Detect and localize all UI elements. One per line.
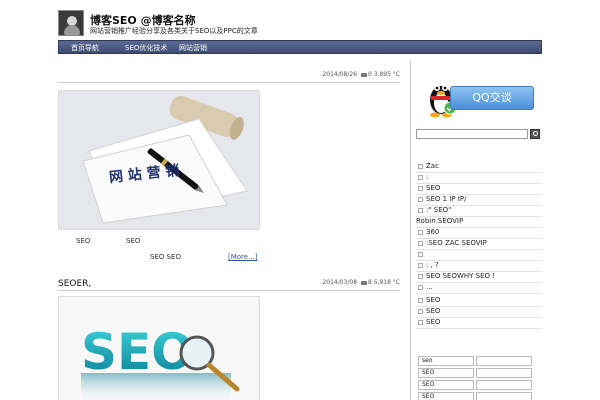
post-meta: 2014/08/26 0 3,895 °C [322, 71, 400, 78]
post-divider [58, 290, 400, 291]
tag-link[interactable] [476, 380, 532, 390]
list-item-label: :SEO ZAC SEOVIP [426, 239, 487, 247]
post-excerpt-part: SEO [76, 237, 91, 245]
comment-count[interactable]: 0 [368, 71, 372, 78]
sidebar-list-item[interactable]: Robin SEOVIP [416, 217, 542, 228]
sidebar-list-item[interactable] [416, 250, 542, 261]
sidebar-list-item[interactable]: SEO [416, 296, 542, 307]
list-item-label: : , ? [426, 261, 439, 269]
comment-icon [360, 72, 367, 77]
view-count: 5,918 °C [373, 279, 400, 286]
sidebar-list-item[interactable]: ... [416, 283, 542, 294]
bullet-icon [418, 284, 423, 290]
bullet-icon [418, 251, 423, 257]
bullet-icon [418, 229, 423, 235]
post-excerpt-part: SEO [126, 237, 141, 245]
list-item-label: 360 [426, 228, 440, 236]
sidebar-list-item[interactable]: :" SEO" [416, 206, 542, 217]
list-item-label: :" SEO" [426, 206, 452, 214]
post-thumbnail-marketing[interactable]: 网 站 营 销 [58, 90, 260, 230]
list-item-label: SEO 1 IP IP/ [426, 195, 467, 203]
bullet-icon [418, 185, 423, 191]
search-button[interactable] [530, 129, 540, 139]
post-date: 2014/03/08 [322, 279, 358, 286]
read-more-link[interactable]: [More...] [228, 253, 258, 261]
bullet-icon [418, 174, 423, 180]
sidebar-list-item[interactable]: SEO [416, 307, 542, 318]
list-item-label: ... [426, 283, 433, 291]
search-input[interactable] [416, 129, 528, 139]
tag-link[interactable]: seo [418, 356, 474, 366]
nav-item-home[interactable]: 首页导航 [71, 43, 99, 53]
bullet-icon [418, 207, 423, 213]
bullet-icon [418, 319, 423, 325]
avatar[interactable] [58, 10, 84, 36]
sidebar-list-item[interactable]: SEO [416, 318, 542, 329]
post-date: 2014/08/26 [322, 71, 358, 78]
view-count: 3,895 °C [373, 71, 400, 78]
bullet-icon [418, 240, 423, 246]
list-item-label: SEO [426, 184, 441, 192]
post-excerpt: SEO SEO [150, 253, 181, 261]
post-title[interactable]: SEOER, [58, 279, 91, 289]
site-description: 网站营销推广经验分享及各类关于SEO以及PPC的文章 [90, 27, 258, 35]
sidebar-list-item[interactable]: SEO SEOWHY SEO ! [416, 272, 542, 283]
sidebar-divider [410, 60, 411, 400]
sidebar-list-item[interactable]: SEO [416, 184, 542, 195]
bullet-icon [418, 308, 423, 314]
list-item-label: SEO [426, 307, 441, 315]
post-divider [58, 82, 400, 83]
sidebar-list-item[interactable]: SEO 1 IP IP/ [416, 195, 542, 206]
tag-link[interactable] [476, 356, 532, 366]
bullet-icon [418, 163, 423, 169]
main-nav: 首页导航 SEO优化技术 网站营销 [58, 40, 542, 54]
sidebar-list-item[interactable]: :SEO ZAC SEOVIP [416, 239, 542, 250]
tag-link[interactable] [476, 368, 532, 378]
bullet-icon [418, 297, 423, 303]
nav-item-marketing[interactable]: 网站营销 [179, 43, 207, 53]
qq-widget: QQ交谈 [420, 74, 534, 118]
bullet-icon [418, 273, 423, 279]
list-item-label: SEO [426, 296, 441, 304]
tag-link[interactable] [476, 392, 532, 400]
list-item-label: Robin SEOVIP [416, 217, 464, 225]
list-item-label: Zac [426, 162, 439, 170]
bullet-icon [418, 262, 423, 268]
nav-item-seo[interactable]: SEO优化技术 [125, 43, 167, 53]
comment-icon [360, 280, 367, 285]
post-meta: 2014/03/08 8 5,918 °C [322, 279, 400, 286]
list-item-label: : [426, 173, 429, 181]
sidebar-list-item[interactable]: Zac [416, 162, 542, 173]
bullet-icon [418, 196, 423, 202]
thumbnail-caption: SEO [81, 323, 194, 381]
tag-link[interactable]: SEO [418, 368, 474, 378]
site-header: 博客SEO @博客名称 网站营销推广经验分享及各类关于SEO以及PPC的文章 [58, 10, 542, 38]
qq-chat-button[interactable]: QQ交谈 [450, 86, 534, 110]
tag-link[interactable]: SEO [418, 392, 474, 400]
sidebar-list-item[interactable]: 360 [416, 228, 542, 239]
tag-link[interactable]: SEO [418, 380, 474, 390]
sidebar-list-item[interactable]: : , ? [416, 261, 542, 272]
post-thumbnail-seo[interactable]: SEO [58, 296, 260, 400]
comment-count[interactable]: 8 [368, 279, 372, 286]
sidebar-list-item[interactable]: : [416, 173, 542, 184]
list-item-label: SEO [426, 318, 441, 326]
list-item-label: SEO SEOWHY SEO ! [426, 272, 496, 280]
